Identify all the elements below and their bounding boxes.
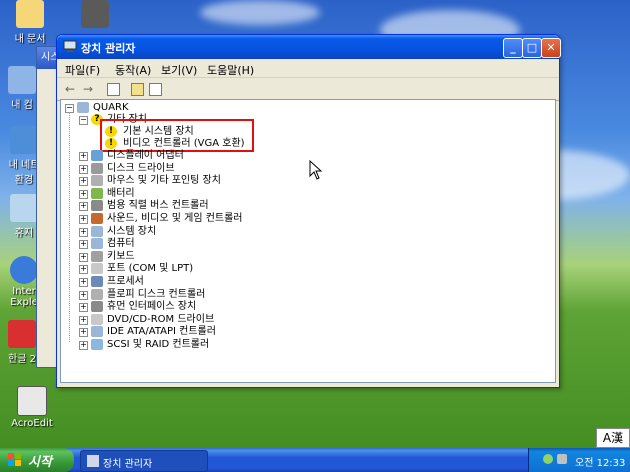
tree-item-label: IDE ATA/ATAPI 컨트롤러 xyxy=(107,326,216,338)
title-bar[interactable]: 장치 관리자 _ □ ✕ xyxy=(57,35,561,59)
minimize-button[interactable]: _ xyxy=(503,38,523,58)
help-icon[interactable] xyxy=(149,83,162,96)
expand-icon[interactable]: + xyxy=(79,341,88,350)
forward-button[interactable]: → xyxy=(81,82,95,96)
device-category-icon xyxy=(91,263,103,275)
computer-icon xyxy=(77,102,89,113)
tree-item-label: 휴먼 인터페이스 장치 xyxy=(107,301,197,313)
device-category-icon xyxy=(91,200,103,212)
expand-icon[interactable]: + xyxy=(79,202,88,212)
tree-item-label: 디스플레이 어댑터 xyxy=(107,150,184,161)
desktop-icon-acroedit[interactable]: AcroEdit xyxy=(2,386,62,429)
show-hide-console-tree-icon[interactable] xyxy=(107,83,120,96)
expand-icon[interactable]: + xyxy=(79,290,88,300)
menu-action[interactable]: 동작(A) xyxy=(115,62,151,78)
collapse-icon[interactable]: − xyxy=(79,116,88,125)
device-tree[interactable]: − QUARK − ? 기타 장치 ! 기본 시스템 장치 ! 비디오 컨트롤러… xyxy=(60,99,556,383)
expand-icon[interactable]: + xyxy=(79,189,88,199)
expand-icon[interactable]: + xyxy=(79,315,88,325)
expand-icon[interactable]: + xyxy=(79,303,88,313)
clock[interactable]: 오전 12:33 xyxy=(575,454,625,469)
system-tray: 오전 12:33 xyxy=(528,448,630,472)
expand-icon[interactable]: + xyxy=(79,252,88,262)
expand-icon[interactable]: + xyxy=(79,265,88,275)
desktop-icon-my-documents[interactable]: 내 문서 xyxy=(0,0,60,45)
tray-network-icon[interactable] xyxy=(543,454,553,464)
menu-file[interactable]: 파일(F) xyxy=(65,62,100,78)
tree-item-label: 플로피 디스크 컨트롤러 xyxy=(107,288,206,300)
close-button[interactable]: ✕ xyxy=(541,38,561,58)
device-manager-icon xyxy=(63,40,77,52)
maximize-button[interactable]: □ xyxy=(522,38,542,58)
device-category-icon xyxy=(91,339,103,350)
tree-item-label: 마우스 및 기타 포인팅 장치 xyxy=(107,175,221,187)
device-manager-icon xyxy=(87,455,99,467)
window-title: 장치 관리자 xyxy=(81,42,136,55)
back-button[interactable]: ← xyxy=(63,82,77,96)
expand-icon[interactable]: + xyxy=(79,240,88,250)
tray-volume-icon[interactable] xyxy=(557,454,567,464)
tree-item-label: 시스템 장치 xyxy=(107,225,157,237)
device-category-icon xyxy=(91,187,103,199)
start-button[interactable]: 시작 xyxy=(0,448,74,472)
tree-item-label: 사운드, 비디오 및 게임 컨트롤러 xyxy=(107,213,243,224)
desktop-icon-label: 내 네트 xyxy=(8,160,40,171)
tree-item-label: 포트 (COM 및 LPT) xyxy=(107,263,194,275)
tree-item-label: 범용 직렬 버스 컨트롤러 xyxy=(107,200,209,212)
tree-item-label: 키보드 xyxy=(107,250,135,262)
menu-bar: 파일(F) 동작(A) 보기(V) 도움말(H) xyxy=(57,59,559,78)
expand-icon[interactable]: + xyxy=(79,278,88,287)
desktop-icon-label: Inter xyxy=(12,286,36,297)
device-category-icon xyxy=(91,175,103,187)
expand-icon[interactable]: + xyxy=(79,227,88,237)
taskbar-item-device-manager[interactable]: 장치 관리자 xyxy=(80,450,208,472)
expand-icon[interactable]: + xyxy=(79,328,88,338)
device-category-icon xyxy=(91,150,103,161)
tree-item-label: 디스크 드라이브 xyxy=(107,162,175,174)
desktop-icon-label: Exple xyxy=(10,297,38,308)
device-category-icon xyxy=(91,276,103,287)
taskbar: 시작 장치 관리자 오전 12:33 xyxy=(0,448,630,472)
device-category-icon xyxy=(91,213,103,224)
desktop-icon-label: 내 컴 xyxy=(11,100,33,111)
device-category-icon xyxy=(91,301,103,313)
expand-icon[interactable]: + xyxy=(79,215,88,224)
tree-item-label: 배터리 xyxy=(107,187,135,199)
mouse-cursor-icon xyxy=(309,160,323,180)
device-category-icon xyxy=(91,225,103,237)
highlight-box xyxy=(100,119,254,152)
start-label: 시작 xyxy=(28,455,52,470)
device-category-icon xyxy=(91,250,103,262)
expand-icon[interactable]: + xyxy=(79,177,88,187)
desktop-icon-label: 한글 2 xyxy=(8,354,36,365)
tree-root-label: QUARK xyxy=(93,102,129,113)
desktop-icon-label: 내 문서 xyxy=(14,34,46,45)
menu-view[interactable]: 보기(V) xyxy=(161,62,197,78)
device-category-icon xyxy=(91,238,103,250)
device-category-icon xyxy=(91,313,103,325)
desktop-icon-top[interactable] xyxy=(70,0,120,30)
device-category-icon xyxy=(91,288,103,300)
toolbar: ← → xyxy=(57,78,559,101)
device-category-icon xyxy=(91,162,103,174)
expand-icon[interactable]: + xyxy=(79,164,88,174)
windows-logo-icon xyxy=(8,453,21,466)
tree-item-label: DVD/CD-ROM 드라이브 xyxy=(107,313,215,325)
ime-indicator[interactable]: A漢 xyxy=(596,428,630,448)
menu-help[interactable]: 도움말(H) xyxy=(207,62,254,78)
tree-item-label: 컴퓨터 xyxy=(107,238,135,250)
desktop-icon-label: AcroEdit xyxy=(11,418,53,429)
tree-line xyxy=(69,112,70,342)
device-manager-window[interactable]: 장치 관리자 _ □ ✕ 파일(F) 동작(A) 보기(V) 도움말(H) ← … xyxy=(56,34,561,388)
expand-icon[interactable]: + xyxy=(79,152,88,161)
device-category-icon xyxy=(91,326,103,338)
desktop-icon-label: 환경 xyxy=(14,175,34,186)
tree-item-label: 프로세서 xyxy=(107,276,144,287)
desktop-icon-label: 휴지 xyxy=(14,228,34,239)
taskbar-item-label: 장치 관리자 xyxy=(103,459,153,470)
tree-item-label: SCSI 및 RAID 컨트롤러 xyxy=(107,339,210,350)
desktop: 내 문서 내 컴 내 네트 환경 휴지 Inter Exple 한글 2 Acr… xyxy=(0,0,630,472)
properties-icon[interactable] xyxy=(131,83,144,96)
